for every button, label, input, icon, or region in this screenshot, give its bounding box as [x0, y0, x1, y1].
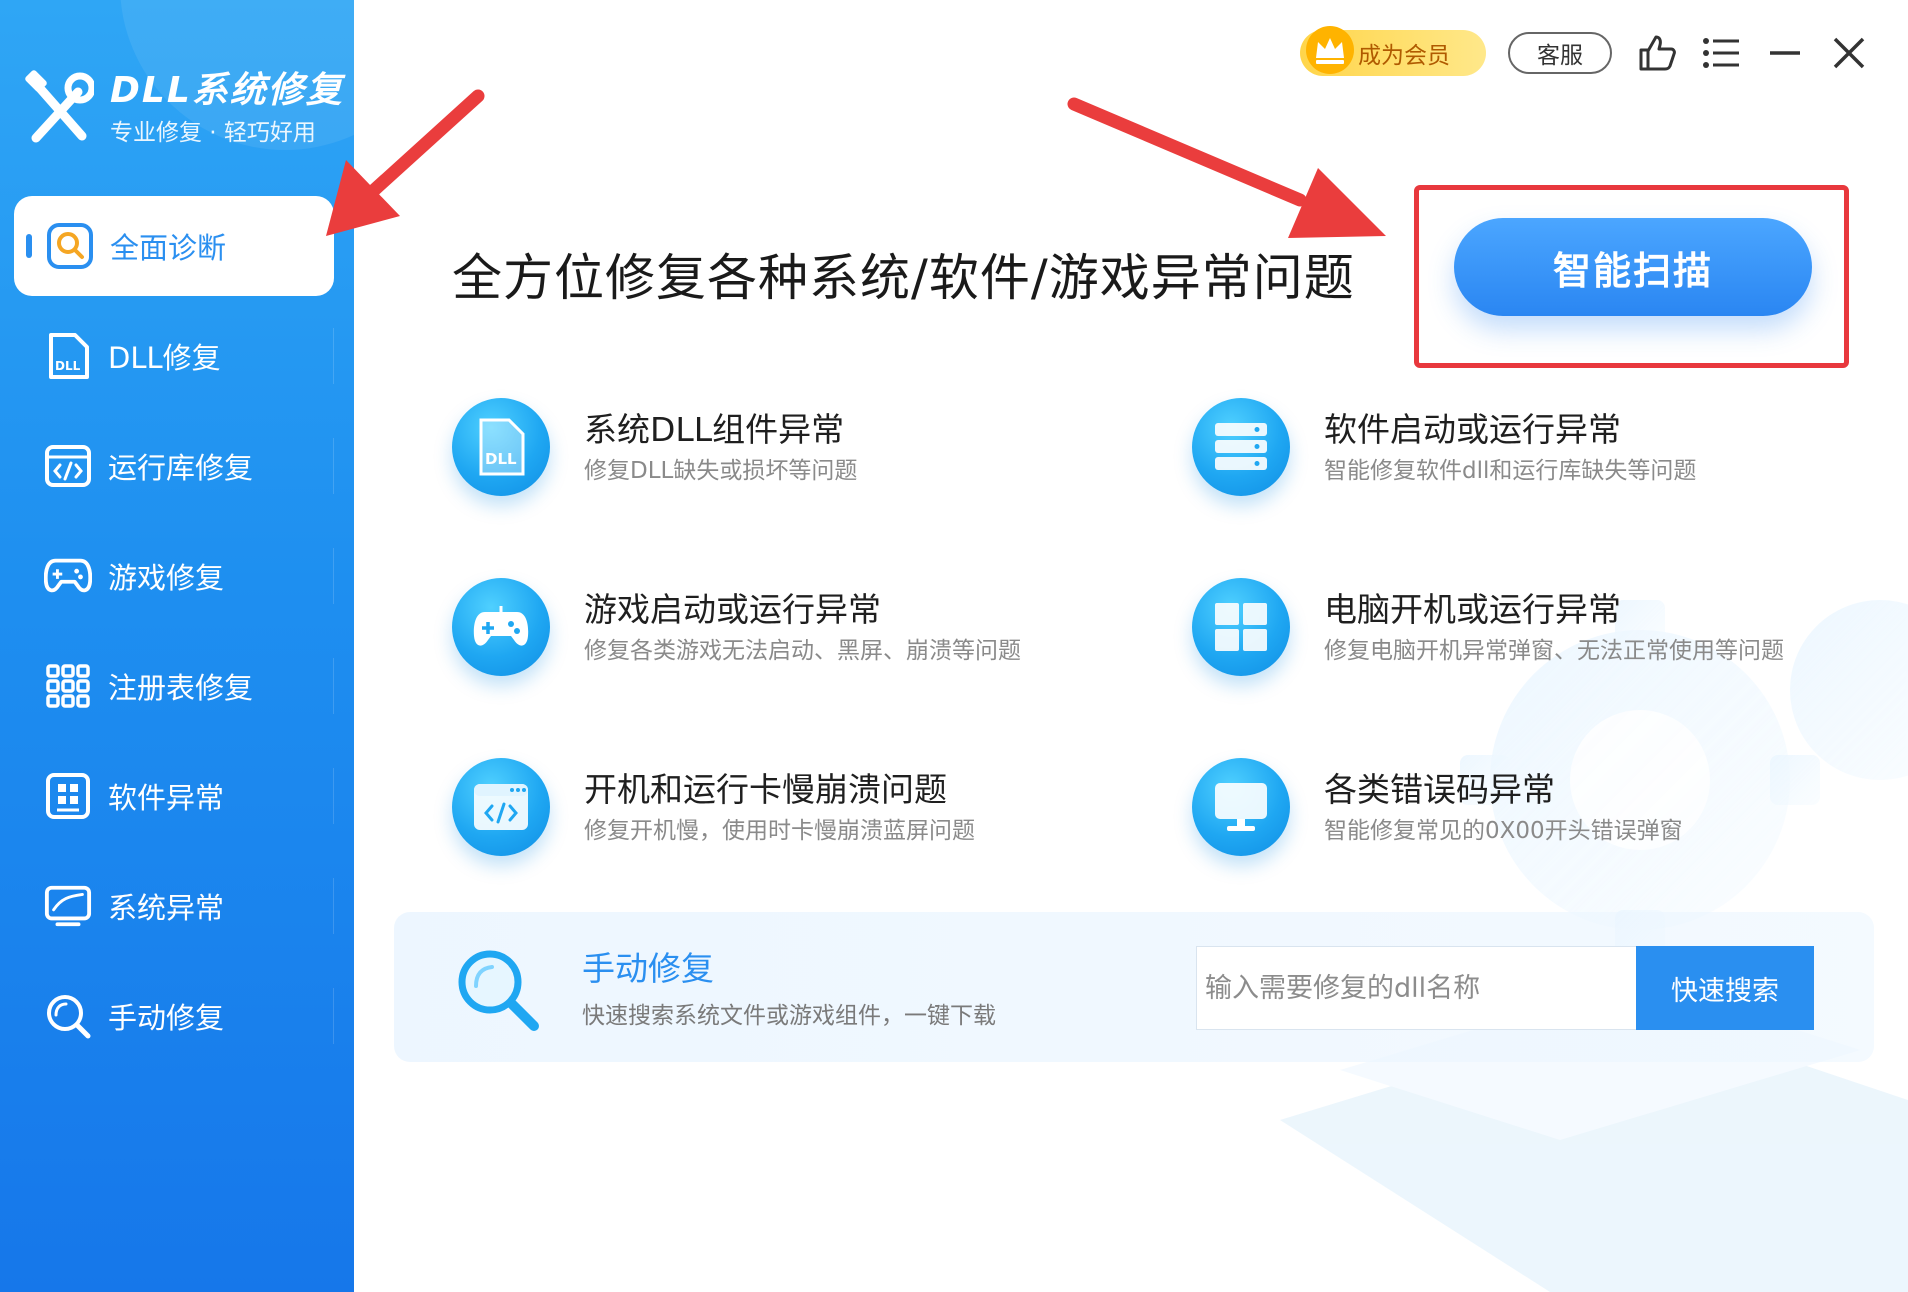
- sidebar-item-label: 运行库修复: [108, 451, 254, 485]
- vip-label: 成为会员: [1358, 43, 1450, 69]
- nav-separator: [333, 878, 334, 934]
- manual-repair-desc: 快速搜索系统文件或游戏组件，一键下载: [582, 1003, 996, 1029]
- feature-desc: 智能修复软件dll和运行库缺失等问题: [1324, 458, 1697, 484]
- feature-title: 系统DLL组件异常: [584, 410, 845, 449]
- sidebar-item-manual[interactable]: 手动修复: [0, 966, 354, 1066]
- diagnose-icon: [46, 222, 94, 270]
- active-indicator: [26, 234, 32, 258]
- feature-desc: 智能修复常见的0X00开头错误弹窗: [1324, 818, 1683, 844]
- software-icon: [44, 772, 92, 820]
- windows-icon: [1192, 578, 1290, 676]
- feature-desc: 修复开机慢，使用时卡慢崩溃蓝屏问题: [584, 818, 975, 844]
- thumbs-up-icon[interactable]: [1634, 30, 1680, 76]
- nav-separator: [333, 328, 334, 384]
- tools-wrench-icon: [25, 70, 94, 143]
- sidebar-item-label: DLL修复: [108, 341, 221, 375]
- app-subtitle: 专业修复 · 轻巧好用: [110, 120, 316, 146]
- sidebar-item-label: 手动修复: [108, 1001, 225, 1035]
- sidebar-item-label: 游戏修复: [108, 561, 225, 595]
- app-title: DLL系统修复: [110, 70, 344, 111]
- server-stack-icon: [1192, 398, 1290, 496]
- feature-error-code: 各类错误码异常 智能修复常见的0X00开头错误弹窗: [1192, 758, 1683, 856]
- feature-dll-component: DLL 系统DLL组件异常 修复DLL缺失或损坏等问题: [452, 398, 857, 496]
- dll-file-icon: DLL: [452, 398, 550, 496]
- feature-desc: 修复DLL缺失或损坏等问题: [584, 458, 858, 484]
- become-vip-button[interactable]: 成为会员: [1300, 26, 1486, 76]
- sidebar-item-label: 注册表修复: [108, 671, 254, 705]
- sidebar-item-system[interactable]: 系统异常: [0, 856, 354, 956]
- sidebar-item-software[interactable]: 软件异常: [0, 746, 354, 846]
- search-icon: [44, 992, 92, 1040]
- gamepad-icon: [44, 552, 92, 600]
- nav-separator: [333, 548, 334, 604]
- sidebar-item-runtime[interactable]: 运行库修复: [0, 416, 354, 516]
- dll-search-box: 快速搜索: [1196, 946, 1872, 1030]
- nav-separator: [333, 988, 334, 1044]
- registry-grid-icon: [44, 662, 92, 710]
- sidebar-nav: 全面诊断 DLL DLL修复 运行库修复 游戏修复 注册表修复 软件异常 系统异…: [0, 196, 354, 1076]
- page-headline: 全方位修复各种系统/软件/游戏异常问题: [452, 249, 1355, 307]
- scan-label: 智能扫描: [1552, 248, 1713, 293]
- svg-text:DLL: DLL: [55, 359, 81, 373]
- sidebar-item-label: 软件异常: [108, 781, 225, 815]
- svg-text:DLL: DLL: [485, 450, 517, 468]
- feature-desc: 修复各类游戏无法启动、黑屏、崩溃等问题: [584, 638, 1021, 664]
- feature-slow-crash: 开机和运行卡慢崩溃问题 修复开机慢，使用时卡慢崩溃蓝屏问题: [452, 758, 975, 856]
- sidebar-item-registry[interactable]: 注册表修复: [0, 636, 354, 736]
- dll-file-icon: DLL: [44, 332, 92, 380]
- monitor-icon: [1192, 758, 1290, 856]
- code-window-icon: [452, 758, 550, 856]
- feature-title: 开机和运行卡慢崩溃问题: [584, 770, 947, 809]
- app-logo: DLL系统修复 专业修复 · 轻巧好用: [24, 70, 344, 150]
- feature-game-launch: 游戏启动或运行异常 修复各类游戏无法启动、黑屏、崩溃等问题: [452, 578, 1021, 676]
- customer-service-button[interactable]: 客服: [1508, 32, 1612, 74]
- sidebar-item-dll[interactable]: DLL DLL修复: [0, 306, 354, 406]
- sidebar-item-diagnose[interactable]: 全面诊断: [14, 196, 334, 296]
- sidebar-item-label: 全面诊断: [110, 231, 227, 265]
- feature-title: 电脑开机或运行异常: [1324, 590, 1621, 629]
- feature-title: 各类错误码异常: [1324, 770, 1555, 809]
- nav-separator: [333, 438, 334, 494]
- gamepad-icon: [452, 578, 550, 676]
- nav-separator: [333, 658, 334, 714]
- smart-scan-button[interactable]: 智能扫描: [1454, 218, 1812, 316]
- feature-software-launch: 软件启动或运行异常 智能修复软件dll和运行库缺失等问题: [1192, 398, 1696, 496]
- sidebar-item-label: 系统异常: [108, 891, 225, 925]
- menu-list-icon[interactable]: [1698, 30, 1744, 76]
- crown-icon: [1306, 26, 1354, 74]
- title-bar: 成为会员 客服: [1208, 26, 1908, 78]
- feature-boot-runtime: 电脑开机或运行异常 修复电脑开机异常弹窗、无法正常使用等问题: [1192, 578, 1784, 676]
- manual-repair-panel: 手动修复 快速搜索系统文件或游戏组件，一键下载 快速搜索: [394, 912, 1874, 1062]
- service-label: 客服: [1537, 43, 1583, 69]
- magnifier-icon: [458, 950, 539, 1031]
- dll-search-input[interactable]: [1196, 946, 1636, 1030]
- minimize-icon[interactable]: [1762, 30, 1808, 76]
- close-icon[interactable]: [1826, 30, 1872, 76]
- sidebar-item-game[interactable]: 游戏修复: [0, 526, 354, 626]
- feature-desc: 修复电脑开机异常弹窗、无法正常使用等问题: [1324, 638, 1784, 664]
- manual-repair-title: 手动修复: [582, 949, 714, 988]
- feature-title: 软件启动或运行异常: [1324, 410, 1621, 449]
- sidebar: DLL系统修复 专业修复 · 轻巧好用 全面诊断 DLL DLL修复 运行库修复…: [0, 0, 354, 1292]
- system-monitor-icon: [44, 882, 92, 930]
- nav-separator: [333, 768, 334, 824]
- runtime-code-icon: [44, 442, 92, 490]
- quick-search-button[interactable]: 快速搜索: [1636, 946, 1814, 1030]
- arrow-to-scan: [1067, 97, 1386, 238]
- feature-title: 游戏启动或运行异常: [584, 590, 881, 629]
